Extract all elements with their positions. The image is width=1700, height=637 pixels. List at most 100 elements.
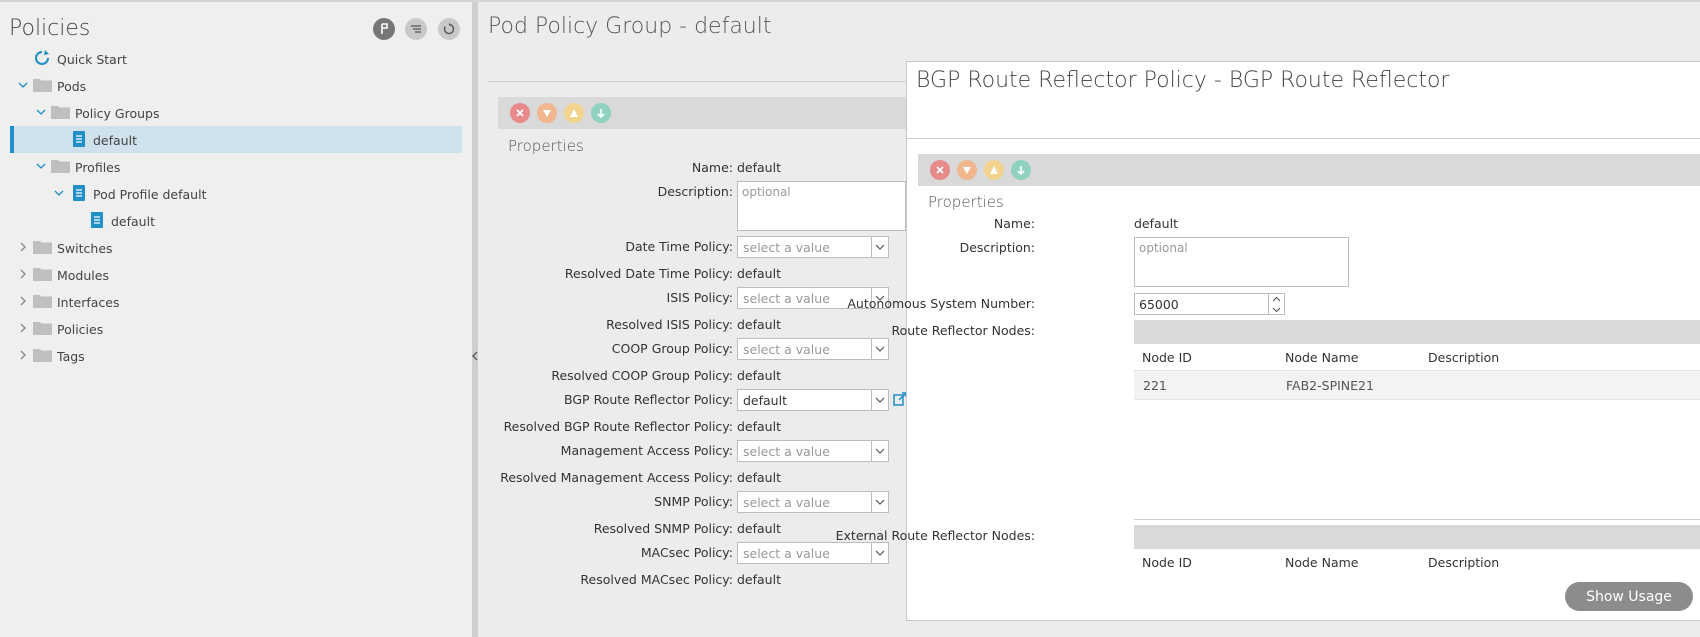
chevron-down-icon[interactable] bbox=[54, 188, 64, 198]
folder-icon bbox=[33, 320, 52, 335]
coop-policy-select[interactable]: select a value bbox=[737, 338, 889, 360]
info-icon[interactable] bbox=[1011, 160, 1031, 180]
resolved-mgmt-value: default bbox=[737, 470, 781, 485]
resolved-macsec-value: default bbox=[737, 572, 781, 587]
column-description[interactable]: Description bbox=[1428, 350, 1499, 365]
chevron-down-icon[interactable] bbox=[36, 107, 46, 117]
fault-icon[interactable] bbox=[537, 103, 557, 123]
panel-toolbar bbox=[918, 154, 1700, 186]
tree-item-interfaces[interactable]: Interfaces bbox=[57, 295, 119, 310]
chevron-down-icon bbox=[871, 339, 888, 359]
bgp-route-reflector-policy-value: default bbox=[743, 393, 787, 408]
ext-column-node-name[interactable]: Node Name bbox=[1285, 555, 1358, 570]
macsec-policy-select[interactable]: select a value bbox=[737, 542, 889, 564]
delete-icon[interactable] bbox=[930, 160, 950, 180]
tree-item-policy-group-default[interactable]: default bbox=[93, 133, 137, 148]
pane-splitter[interactable] bbox=[472, 2, 478, 637]
route-reflector-nodes-label: Route Reflector Nodes: bbox=[891, 323, 1035, 338]
panel-name-label: Name: bbox=[993, 216, 1035, 231]
isis-policy-label: ISIS Policy: bbox=[666, 290, 733, 305]
navigation-sidebar: Policies Quick Start Pods Policy Groups … bbox=[0, 2, 472, 637]
panel-description-field[interactable]: optional bbox=[1134, 237, 1349, 287]
show-usage-button[interactable]: Show Usage bbox=[1565, 582, 1693, 611]
tree-item-quick-start[interactable]: Quick Start bbox=[57, 52, 127, 67]
bgp-route-reflector-panel: BGP Route Reflector Policy - BGP Route R… bbox=[836, 61, 1700, 621]
chevron-right-icon[interactable] bbox=[18, 269, 28, 279]
table-row[interactable] bbox=[1134, 370, 1700, 400]
folder-icon bbox=[51, 104, 70, 119]
asn-input[interactable]: 65000 bbox=[1134, 293, 1269, 315]
tree-item-modules[interactable]: Modules bbox=[57, 268, 109, 283]
resolved-snmp-label: Resolved SNMP Policy: bbox=[593, 521, 733, 536]
panel-title: BGP Route Reflector Policy - BGP Route R… bbox=[916, 68, 1450, 93]
row-node-id: 221 bbox=[1143, 378, 1167, 393]
asn-stepper[interactable] bbox=[1269, 293, 1285, 315]
refresh-icon[interactable] bbox=[438, 18, 460, 40]
resolved-isis-value: default bbox=[737, 317, 781, 332]
tree-item-policy-groups[interactable]: Policy Groups bbox=[75, 106, 160, 121]
date-time-policy-select[interactable]: select a value bbox=[737, 236, 889, 258]
chevron-down-icon bbox=[871, 492, 888, 512]
fault-icon[interactable] bbox=[957, 160, 977, 180]
resolved-macsec-label: Resolved MACsec Policy: bbox=[580, 572, 733, 587]
panel-name-value: default bbox=[1134, 216, 1178, 231]
main-toolbar bbox=[498, 97, 906, 129]
warning-icon[interactable] bbox=[984, 160, 1004, 180]
tree-item-pod-profile-child-default[interactable]: default bbox=[111, 214, 155, 229]
description-field[interactable]: optional bbox=[737, 181, 906, 231]
resolved-mgmt-label: Resolved Management Access Policy: bbox=[500, 470, 733, 485]
bgp-route-reflector-policy-select[interactable]: default bbox=[737, 389, 889, 411]
list-filter-icon[interactable] bbox=[405, 18, 427, 40]
resolved-bgp-value: default bbox=[737, 419, 781, 434]
info-icon[interactable] bbox=[591, 103, 611, 123]
snmp-policy-value: select a value bbox=[743, 495, 830, 510]
asn-label: Autonomous System Number: bbox=[847, 296, 1035, 311]
chevron-down-icon bbox=[871, 441, 888, 461]
chevron-right-icon[interactable] bbox=[18, 296, 28, 306]
resolved-isis-label: Resolved ISIS Policy: bbox=[606, 317, 733, 332]
warning-icon[interactable] bbox=[564, 103, 584, 123]
properties-heading: Properties bbox=[508, 137, 584, 155]
title-divider bbox=[488, 81, 906, 82]
macsec-policy-label: MACsec Policy: bbox=[640, 545, 733, 560]
route-reflector-nodes-toolbar bbox=[1134, 320, 1700, 344]
column-node-id[interactable]: Node ID bbox=[1142, 350, 1192, 365]
chevron-right-icon[interactable] bbox=[18, 323, 28, 333]
coop-policy-label: COOP Group Policy: bbox=[611, 341, 733, 356]
policy-document-icon bbox=[73, 185, 85, 201]
tree-item-switches[interactable]: Switches bbox=[57, 241, 113, 256]
selection-indicator bbox=[10, 126, 14, 153]
tree-item-tags[interactable]: Tags bbox=[57, 349, 85, 364]
sidebar-title: Policies bbox=[9, 16, 91, 41]
ext-column-description[interactable]: Description bbox=[1428, 555, 1499, 570]
row-node-name: FAB2-SPINE21 bbox=[1286, 378, 1374, 393]
management-access-policy-select[interactable]: select a value bbox=[737, 440, 889, 462]
panel-description-label: Description: bbox=[959, 240, 1035, 255]
quick-start-icon bbox=[33, 50, 51, 66]
column-node-name[interactable]: Node Name bbox=[1285, 350, 1358, 365]
delete-icon[interactable] bbox=[510, 103, 530, 123]
chevron-right-icon[interactable] bbox=[18, 350, 28, 360]
resolved-bgp-label: Resolved BGP Route Reflector Policy: bbox=[503, 419, 733, 434]
open-policy-link-icon[interactable] bbox=[893, 392, 907, 409]
tree-item-policies[interactable]: Policies bbox=[57, 322, 103, 337]
chevron-down-icon[interactable] bbox=[18, 80, 28, 90]
resolved-coop-label: Resolved COOP Group Policy: bbox=[551, 368, 733, 383]
resolved-date-time-label: Resolved Date Time Policy: bbox=[564, 266, 733, 281]
ext-column-node-id[interactable]: Node ID bbox=[1142, 555, 1192, 570]
date-time-policy-label: Date Time Policy: bbox=[625, 239, 733, 254]
resolved-coop-value: default bbox=[737, 368, 781, 383]
tree-item-profiles[interactable]: Profiles bbox=[75, 160, 120, 175]
filter-icon[interactable] bbox=[373, 18, 395, 40]
chevron-right-icon[interactable] bbox=[18, 242, 28, 252]
table-bottom-border bbox=[1134, 519, 1700, 520]
folder-icon bbox=[33, 347, 52, 362]
tree-item-pods[interactable]: Pods bbox=[57, 79, 86, 94]
macsec-policy-value: select a value bbox=[743, 546, 830, 561]
tree-item-pod-profile-default[interactable]: Pod Profile default bbox=[93, 187, 206, 202]
policy-document-icon bbox=[91, 212, 103, 228]
snmp-policy-select[interactable]: select a value bbox=[737, 491, 889, 513]
coop-policy-value: select a value bbox=[743, 342, 830, 357]
chevron-down-icon[interactable] bbox=[36, 161, 46, 171]
resolved-snmp-value: default bbox=[737, 521, 781, 536]
